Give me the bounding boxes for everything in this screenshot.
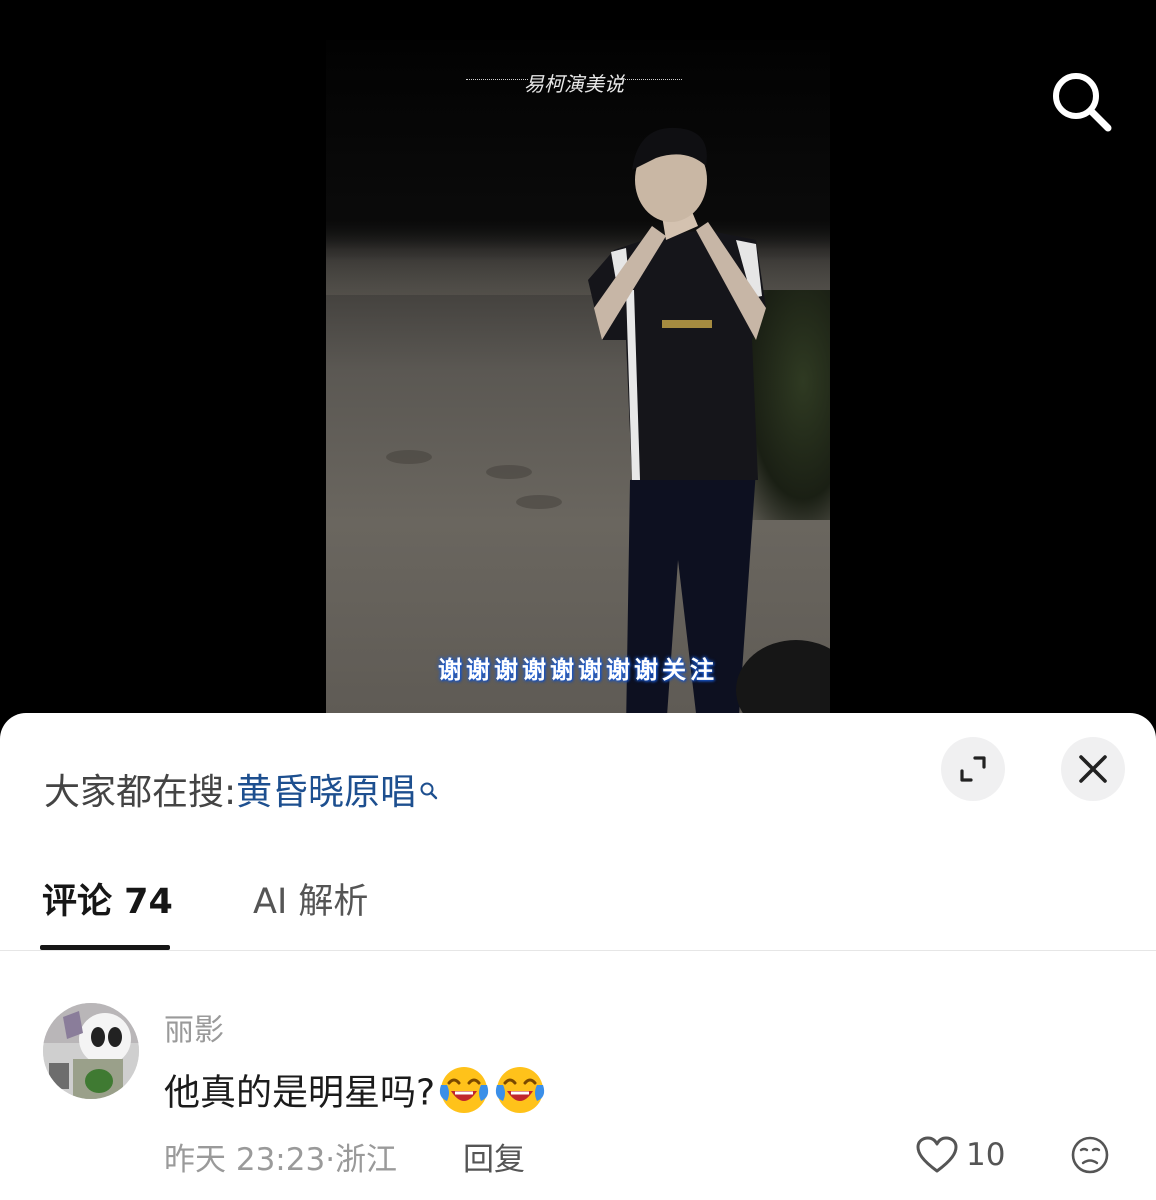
tab-comments[interactable]: 评论 74 bbox=[42, 873, 173, 924]
reply-button[interactable]: 回复 bbox=[463, 1134, 525, 1179]
search-icon bbox=[419, 769, 439, 810]
video-player[interactable]: 易柯演美说 谢谢谢谢谢谢谢谢关注 bbox=[0, 0, 1156, 730]
comment-sheet: 大家都在搜:黄昏晓原唱 评论 74 AI 解析 丽影 他真的是明星吗? 昨天 2… bbox=[0, 713, 1156, 1200]
like-button[interactable]: 10 bbox=[916, 1136, 1005, 1174]
laughing-crying-emoji-icon bbox=[437, 1063, 491, 1126]
comment-username[interactable]: 丽影 bbox=[164, 1005, 224, 1049]
like-count: 10 bbox=[966, 1137, 1006, 1173]
dislike-button[interactable] bbox=[1070, 1135, 1110, 1179]
trending-keyword[interactable]: 黄昏晓原唱 bbox=[236, 772, 416, 813]
comment-tabs: 评论 74 AI 解析 bbox=[0, 873, 1156, 951]
comment-timestamp-location: 昨天 23:23·浙江 bbox=[164, 1142, 398, 1178]
video-person bbox=[588, 127, 830, 730]
video-subtitle: 谢谢谢谢谢谢谢谢关注 bbox=[438, 656, 718, 684]
video-frame[interactable]: 易柯演美说 谢谢谢谢谢谢谢谢关注 bbox=[326, 40, 830, 730]
heart-icon bbox=[916, 1136, 958, 1173]
expand-button[interactable] bbox=[941, 737, 1005, 801]
trending-search-bar[interactable]: 大家都在搜:黄昏晓原唱 bbox=[44, 763, 439, 815]
video-watermark: 易柯演美说 bbox=[466, 68, 682, 97]
close-icon bbox=[1079, 755, 1107, 783]
avatar-image bbox=[43, 1003, 139, 1099]
laughing-crying-emoji-icon bbox=[493, 1063, 547, 1126]
trending-prefix: 大家都在搜: bbox=[44, 772, 237, 813]
expand-icon bbox=[960, 756, 986, 782]
tab-ai-analysis[interactable]: AI 解析 bbox=[253, 873, 368, 924]
comment-text: 他真的是明星吗? bbox=[164, 1063, 547, 1126]
unhappy-face-icon bbox=[1071, 1136, 1109, 1174]
search-button[interactable] bbox=[1046, 66, 1118, 138]
close-button[interactable] bbox=[1061, 737, 1125, 801]
active-tab-indicator bbox=[40, 945, 170, 950]
avatar[interactable] bbox=[43, 1003, 139, 1099]
search-icon bbox=[1053, 73, 1112, 132]
comment-item: 丽影 他真的是明星吗? 昨天 23:23·浙江 回复 10 bbox=[0, 1001, 1156, 1200]
comment-body: 他真的是明星吗? bbox=[164, 1072, 436, 1114]
